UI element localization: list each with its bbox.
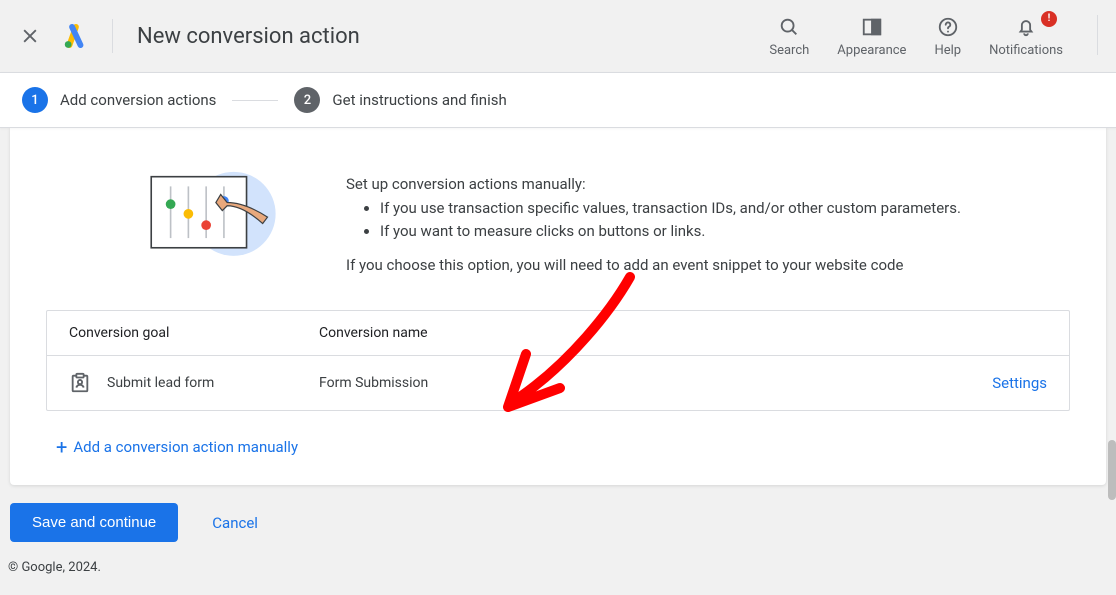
step-1-number: 1	[22, 87, 48, 113]
action-row: Save and continue Cancel	[10, 503, 1116, 542]
col-goal: Conversion goal	[69, 325, 319, 341]
help-button[interactable]: Help	[934, 15, 961, 58]
main-panel: Set up conversion actions manually: If y…	[10, 127, 1106, 485]
cancel-button[interactable]: Cancel	[212, 514, 258, 532]
lead-form-icon	[69, 372, 91, 394]
illustration	[46, 167, 276, 272]
header-actions: Search Appearance Help ! Notifications	[769, 15, 1098, 58]
step-connector	[232, 100, 278, 101]
conversion-table: Conversion goal Conversion name Submit l…	[46, 310, 1070, 411]
divider	[112, 19, 113, 53]
search-label: Search	[769, 43, 809, 58]
bell-icon	[1014, 15, 1038, 39]
stepper: 1 Add conversion actions 2 Get instructi…	[0, 72, 1116, 128]
search-button[interactable]: Search	[769, 15, 809, 58]
notifications-label: Notifications	[989, 43, 1063, 58]
step-2-number: 2	[294, 87, 320, 113]
search-icon	[777, 15, 801, 39]
intro-lead: Set up conversion actions manually:	[346, 175, 1070, 193]
step-2[interactable]: 2 Get instructions and finish	[294, 87, 506, 113]
page-title: New conversion action	[137, 24, 360, 49]
step-2-label: Get instructions and finish	[332, 91, 506, 109]
notification-badge: !	[1041, 11, 1057, 27]
col-name: Conversion name	[319, 325, 927, 341]
goal-value: Submit lead form	[107, 375, 214, 391]
scrollbar[interactable]	[1108, 440, 1116, 500]
app-bar: New conversion action Search Appearance …	[0, 0, 1116, 72]
plus-icon: +	[56, 437, 67, 457]
appearance-button[interactable]: Appearance	[837, 15, 906, 58]
appearance-icon	[860, 15, 884, 39]
add-manual-label: Add a conversion action manually	[73, 438, 298, 456]
notifications-button[interactable]: ! Notifications	[989, 15, 1063, 58]
table-header: Conversion goal Conversion name	[47, 311, 1069, 356]
intro-note: If you choose this option, you will need…	[346, 256, 1070, 274]
row-settings-link[interactable]: Settings	[927, 374, 1047, 392]
add-conversion-manually-button[interactable]: + Add a conversion action manually	[46, 437, 1070, 457]
intro-text: Set up conversion actions manually: If y…	[346, 167, 1070, 274]
step-1-label: Add conversion actions	[60, 91, 216, 109]
help-icon	[936, 15, 960, 39]
intro-section: Set up conversion actions manually: If y…	[46, 167, 1070, 274]
intro-bullet-1: If you use transaction specific values, …	[380, 197, 1070, 220]
footer-copyright: © Google, 2024.	[8, 560, 1116, 575]
table-row: Submit lead form Form Submission Setting…	[47, 356, 1069, 410]
google-ads-logo-icon	[60, 22, 88, 50]
help-label: Help	[934, 43, 961, 58]
intro-bullet-2: If you want to measure clicks on buttons…	[380, 220, 1070, 243]
close-icon[interactable]	[18, 24, 42, 48]
save-and-continue-button[interactable]: Save and continue	[10, 503, 178, 542]
divider	[1097, 15, 1098, 55]
step-1[interactable]: 1 Add conversion actions	[22, 87, 216, 113]
name-value: Form Submission	[319, 375, 927, 391]
appearance-label: Appearance	[837, 43, 906, 58]
